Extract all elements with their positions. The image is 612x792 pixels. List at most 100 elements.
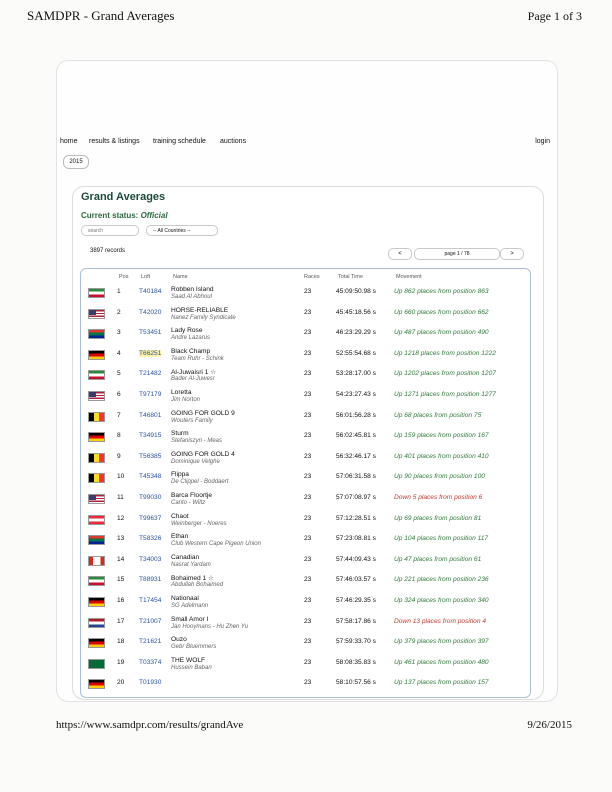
table-row[interactable]: 4 T66251 Black Champ Team Ruhr - Schink 23 52… bbox=[81, 347, 530, 368]
pigeon-name[interactable]: Nationaal bbox=[171, 595, 199, 602]
movement-cell: Up 660 places from position 662 bbox=[394, 308, 489, 316]
nav-auctions[interactable]: auctions bbox=[220, 138, 246, 145]
loft-link[interactable]: T34003 bbox=[139, 556, 161, 563]
time-cell: 57:12:28.51 s bbox=[336, 514, 376, 522]
pigeon-name[interactable]: GOING FOR GOLD 9 bbox=[171, 410, 235, 417]
pigeon-name[interactable]: Robben Island bbox=[171, 286, 214, 293]
races-cell: 23 bbox=[304, 349, 312, 357]
pigeon-name[interactable]: Bohaimed 1 ☆ bbox=[171, 574, 214, 582]
time-cell: 56:32:46.17 s bbox=[336, 452, 376, 460]
loft-link[interactable]: T99030 bbox=[139, 494, 161, 501]
loft-link[interactable]: T03374 bbox=[139, 659, 161, 666]
races-cell: 23 bbox=[304, 638, 312, 646]
flag-icon bbox=[88, 288, 105, 298]
table-row[interactable]: 18 T21621 Ouzo Gebr Bluemmers 23 57:59:33.70 … bbox=[81, 635, 530, 656]
table-row[interactable]: 20 T01930 23 58:10:57.56 s Up 137 places fro… bbox=[81, 676, 530, 697]
nav-training[interactable]: training schedule bbox=[153, 138, 206, 145]
table-row[interactable]: 14 T34003 Canadian Nasrat Yardam 23 57:44:09.… bbox=[81, 553, 530, 574]
table-row[interactable]: 17 T21007 Small Amor I Jan Hooymans - Hu Zh… bbox=[81, 615, 530, 636]
login-link[interactable]: login bbox=[535, 138, 550, 145]
pos-cell: 20 bbox=[117, 679, 125, 687]
loft-link[interactable]: T40184 bbox=[139, 288, 161, 295]
year-select[interactable]: 2015 bbox=[63, 155, 89, 169]
flag-icon bbox=[88, 597, 105, 607]
flag-icon bbox=[88, 638, 105, 649]
table-row[interactable]: 1 T40184 Robben Island Saad Al Abhoul 23 45:0… bbox=[81, 285, 530, 306]
table-row[interactable]: 12 T99637 Chaot Weinberger - Noeres 23 57:12:… bbox=[81, 512, 530, 533]
pager-prev-button[interactable]: < bbox=[388, 248, 412, 260]
table-row[interactable]: 16 T17454 Nationaal SG Adelmann 23 57:46:29.3… bbox=[81, 594, 530, 615]
table-row[interactable]: 7 T46801 GOING FOR GOLD 9 Wouters Family 23 5… bbox=[81, 409, 530, 430]
table-row[interactable]: 11 T99030 Barca Floortje Canto - Wiltz 23 57:… bbox=[81, 491, 530, 512]
loft-link[interactable]: T42020 bbox=[139, 309, 161, 316]
pigeon-name[interactable]: Loretta bbox=[171, 389, 192, 396]
table-row[interactable]: 5 T21482 Al-Juwaisri 1 ☆ Bader Al-Juwesr 23 5… bbox=[81, 367, 530, 388]
flag-icon bbox=[88, 679, 105, 690]
owner-name: Jan Hooymans - Hu Zhen Yu bbox=[171, 623, 249, 630]
pos-cell: 10 bbox=[117, 473, 125, 481]
search-input[interactable] bbox=[81, 225, 139, 236]
pigeon-name[interactable]: Chaot bbox=[171, 513, 189, 520]
pos-cell: 18 bbox=[117, 638, 125, 646]
header-loft: Loft bbox=[141, 274, 151, 280]
pos-cell: 3 bbox=[117, 329, 121, 337]
loft-link[interactable]: T21621 bbox=[139, 638, 161, 645]
flag-icon bbox=[88, 555, 105, 566]
flag-icon bbox=[88, 617, 105, 628]
table-row[interactable]: 3 T53451 Lady Rose Andre Lazarus 23 46:23:29.… bbox=[81, 326, 530, 347]
table-row[interactable]: 10 T45348 Flippa De Clippel - Boddaert 23 57:… bbox=[81, 470, 530, 491]
loft-link[interactable]: T21007 bbox=[139, 618, 161, 625]
races-cell: 23 bbox=[304, 679, 312, 687]
pigeon-name[interactable]: Black Champ bbox=[171, 348, 210, 355]
nav-results[interactable]: results & listings bbox=[89, 138, 140, 145]
races-cell: 23 bbox=[304, 576, 312, 584]
table-row[interactable]: 13 T58326 Ethan Club Western Cape Pigeon Un… bbox=[81, 532, 530, 553]
status-label: Current status: bbox=[81, 211, 139, 220]
flag-icon bbox=[88, 370, 105, 381]
table-row[interactable]: 9 T56385 GOING FOR GOLD 4 Dominique Velghe 2… bbox=[81, 450, 530, 471]
loft-link[interactable]: T01930 bbox=[139, 679, 161, 686]
loft-link[interactable]: T58326 bbox=[139, 535, 161, 542]
loft-link[interactable]: T34915 bbox=[139, 432, 161, 439]
loft-link[interactable]: T99637 bbox=[139, 515, 161, 522]
pigeon-name[interactable]: Barca Floortje bbox=[171, 492, 212, 499]
print-footer-url: https://www.samdpr.com/results/grandAve bbox=[56, 719, 244, 731]
pigeon-name[interactable]: Ouzo bbox=[171, 636, 187, 643]
time-cell: 54:23:27.43 s bbox=[336, 391, 376, 398]
time-cell: 58:10:57.56 s bbox=[336, 679, 376, 687]
country-select[interactable]: -- All Countries -- bbox=[146, 225, 218, 236]
pigeon-name[interactable]: Flippa bbox=[171, 471, 189, 478]
pos-cell: 4 bbox=[117, 349, 121, 357]
pigeon-name[interactable]: Lady Rose bbox=[171, 327, 203, 334]
loft-link[interactable]: T46801 bbox=[139, 412, 161, 419]
pigeon-name[interactable]: HORSE-RELIABLE bbox=[171, 307, 228, 314]
pigeon-name[interactable]: GOING FOR GOLD 4 bbox=[171, 451, 235, 458]
pigeon-name[interactable]: THE WOLF bbox=[171, 657, 205, 664]
table-row[interactable]: 8 T34915 Sturm Stefaniszyn - Meas 23 56:02:45… bbox=[81, 429, 530, 450]
owner-name: Stefaniszyn - Meas bbox=[171, 438, 223, 445]
loft-link[interactable]: T21482 bbox=[139, 370, 161, 377]
loft-link[interactable]: T17454 bbox=[139, 597, 161, 604]
table-row[interactable]: 19 T03374 THE WOLF Hussein Baban 23 58:08:35.… bbox=[81, 656, 530, 677]
pager-next-button[interactable]: > bbox=[500, 248, 524, 260]
nav-home[interactable]: home bbox=[60, 138, 78, 145]
races-cell: 23 bbox=[304, 288, 312, 295]
table-row[interactable]: 2 T42020 HORSE-RELIABLE Nanez Family Syndic… bbox=[81, 306, 530, 327]
table-row[interactable]: 15 T88931 Bohaimed 1 ☆ Abdullah Bohaimed 23 5… bbox=[81, 573, 530, 594]
time-cell: 57:07:08.97 s bbox=[336, 494, 376, 501]
flag-icon bbox=[88, 329, 105, 340]
loft-link[interactable]: T66251 bbox=[139, 349, 162, 357]
loft-link[interactable]: T97179 bbox=[139, 391, 161, 398]
loft-link[interactable]: T88931 bbox=[139, 576, 161, 583]
pigeon-name[interactable]: Ethan bbox=[171, 533, 188, 540]
loft-link[interactable]: T56385 bbox=[139, 453, 161, 460]
pigeon-name[interactable]: Al-Juwaisri 1 ☆ bbox=[171, 368, 216, 376]
table-row[interactable]: 6 T97179 Loretta Jim Norton 23 54:23:27.43 s U… bbox=[81, 388, 530, 409]
time-cell: 57:23:08.81 s bbox=[336, 535, 376, 543]
flag-icon bbox=[88, 576, 105, 587]
loft-link[interactable]: T45348 bbox=[139, 473, 161, 480]
pigeon-name[interactable]: Sturm bbox=[171, 430, 189, 437]
pigeon-name[interactable]: Canadian bbox=[171, 554, 199, 561]
pigeon-name[interactable]: Small Amor I bbox=[171, 616, 208, 623]
loft-link[interactable]: T53451 bbox=[139, 329, 161, 336]
